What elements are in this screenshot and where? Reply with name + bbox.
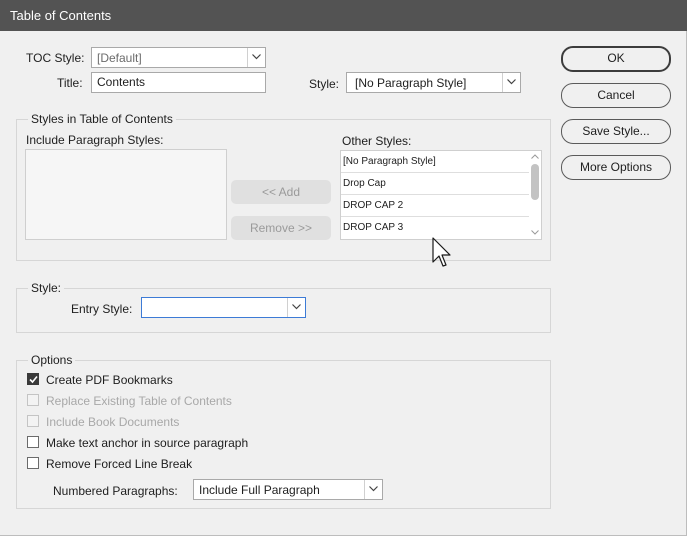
entry-style-label: Entry Style: [71,302,133,316]
chevron-up-icon[interactable] [531,154,539,159]
chevron-down-icon[interactable] [287,298,305,317]
numbered-paragraphs-value: Include Full Paragraph [199,483,320,497]
other-styles-label: Other Styles: [342,134,412,148]
list-item[interactable]: DROP CAP 3 [341,217,529,239]
chevron-down-icon[interactable] [247,48,265,67]
mouse-cursor-icon [432,237,451,267]
options-group-legend: Options [28,353,76,367]
numbered-paragraphs-select[interactable]: Include Full Paragraph [193,479,383,500]
include-styles-label: Include Paragraph Styles: [26,133,164,147]
title-label: Title: [57,76,83,90]
include-book-documents-label: Include Book Documents [46,415,180,429]
dialog-title: Table of Contents [10,8,112,23]
cancel-button[interactable]: Cancel [561,83,671,108]
chevron-down-icon[interactable] [531,230,539,235]
scrollbar-thumb[interactable] [531,164,539,200]
list-item[interactable]: DROP CAP 2 [341,195,529,217]
other-styles-list[interactable]: [No Paragraph Style] Drop Cap DROP CAP 2… [340,150,542,240]
style-group-legend: Style: [28,281,65,295]
add-button[interactable]: << Add [231,180,331,204]
toc-style-label: TOC Style: [26,51,85,65]
dialog-body: TOC Style: [Default] Title: Style: [No P… [0,31,687,536]
replace-existing-toc-checkbox[interactable] [27,394,39,406]
toc-style-value: [Default] [97,51,142,65]
title-field[interactable] [91,72,266,93]
replace-existing-toc-label: Replace Existing Table of Contents [46,394,232,408]
styles-group-legend: Styles in Table of Contents [28,112,176,126]
title-style-select[interactable]: [No Paragraph Style] [346,72,521,93]
chevron-down-icon[interactable] [502,73,520,92]
save-style-button[interactable]: Save Style... [561,119,671,144]
more-options-button[interactable]: More Options [561,155,671,180]
ok-button[interactable]: OK [561,46,671,72]
remove-forced-line-break-checkbox[interactable] [27,457,39,469]
create-pdf-bookmarks-label: Create PDF Bookmarks [46,373,173,387]
toc-style-select[interactable]: [Default] [91,47,266,68]
title-input[interactable] [92,73,265,91]
title-style-value: [No Paragraph Style] [355,76,467,90]
numbered-paragraphs-label: Numbered Paragraphs: [53,484,178,498]
other-styles-scrollbar[interactable] [529,151,541,239]
make-text-anchor-checkbox[interactable] [27,436,39,448]
dialog-title-bar: Table of Contents [0,0,687,31]
create-pdf-bookmarks-checkbox[interactable] [27,373,39,385]
remove-button[interactable]: Remove >> [231,216,331,240]
include-book-documents-checkbox[interactable] [27,415,39,427]
title-style-label: Style: [309,77,340,91]
entry-style-select[interactable] [141,297,306,318]
include-styles-list[interactable] [25,149,227,240]
make-text-anchor-label: Make text anchor in source paragraph [46,436,249,450]
list-item[interactable]: [No Paragraph Style] [341,151,529,173]
remove-forced-line-break-label: Remove Forced Line Break [46,457,193,471]
chevron-down-icon[interactable] [364,480,382,499]
list-item[interactable]: Drop Cap [341,173,529,195]
checkmark-icon [29,375,38,384]
